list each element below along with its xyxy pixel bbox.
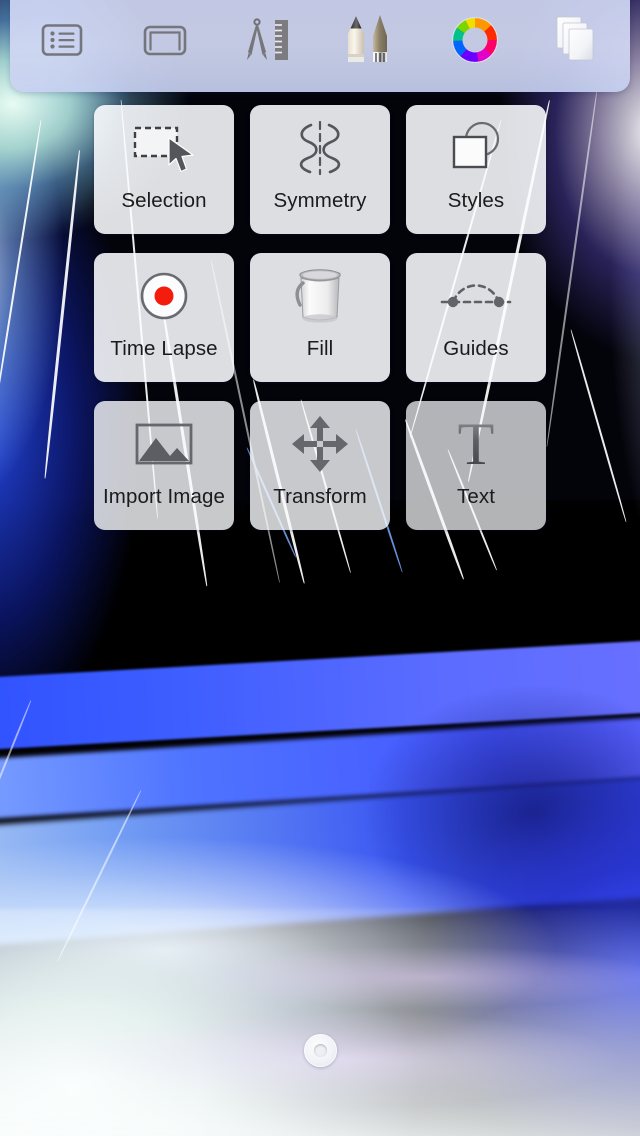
menu-tile-label: Styles [447,189,505,212]
compass-ruler-icon [239,14,297,71]
menu-tile-symmetry[interactable]: Symmetry [250,105,390,234]
menu-tile-text[interactable]: T Text [406,401,546,530]
menu-tile-label: Text [457,485,495,508]
guides-curve-icon [406,253,546,339]
toolbar-item-actions[interactable] [113,0,216,88]
toolbar-item-color[interactable] [423,0,526,88]
gizmo-hole [314,1044,327,1057]
menu-tile-label: Selection [121,189,207,212]
toolbar-item-adjustments[interactable] [217,0,320,88]
toolbar-item-layers[interactable] [527,0,630,88]
paint-bucket-icon [250,253,390,339]
app-screen: Selection Symmetry Styles Time Lapse Fil… [0,0,640,1136]
color-wheel-icon [448,13,501,71]
menu-tile-guides[interactable]: Guides [406,253,546,382]
menu-tile-label: Symmetry [273,189,367,212]
layers-stack-icon [549,12,607,73]
menu-tile-label: Time Lapse [110,337,218,360]
record-dot-icon [94,253,234,339]
menu-tile-label: Fill [306,337,334,360]
artwork-bottom-wash [0,908,640,1136]
photo-mountain-icon [94,401,234,487]
menu-tile-time-lapse[interactable]: Time Lapse [94,253,234,382]
menu-tile-label: Transform [273,485,367,508]
menu-tile-label: Guides [443,337,509,360]
pencil-brush-icon [340,12,404,73]
actions-wrench-icon [138,18,192,67]
styles-shapes-icon [406,105,546,191]
toolbar-item-brushes[interactable] [320,0,423,88]
menu-tile-import-image[interactable]: Import Image [94,401,234,530]
menu-tile-transform[interactable]: Transform [250,401,390,530]
gallery-list-icon [36,18,88,67]
actions-menu-grid: Selection Symmetry Styles Time Lapse Fil… [94,105,546,530]
symmetry-mirror-icon [250,105,390,191]
menu-tile-fill[interactable]: Fill [250,253,390,382]
menu-tile-selection[interactable]: Selection [94,105,234,234]
toolbar-item-gallery[interactable] [10,0,113,88]
svg-text:T: T [458,414,495,474]
move-arrows-icon [250,401,390,487]
text-serif-t-icon: T [406,401,546,487]
menu-tile-label: Import Image [103,485,225,508]
menu-tile-styles[interactable]: Styles [406,105,546,234]
quick-menu-gizmo[interactable] [304,1034,337,1067]
top-toolbar [10,0,630,92]
selection-marquee-icon [94,105,234,191]
